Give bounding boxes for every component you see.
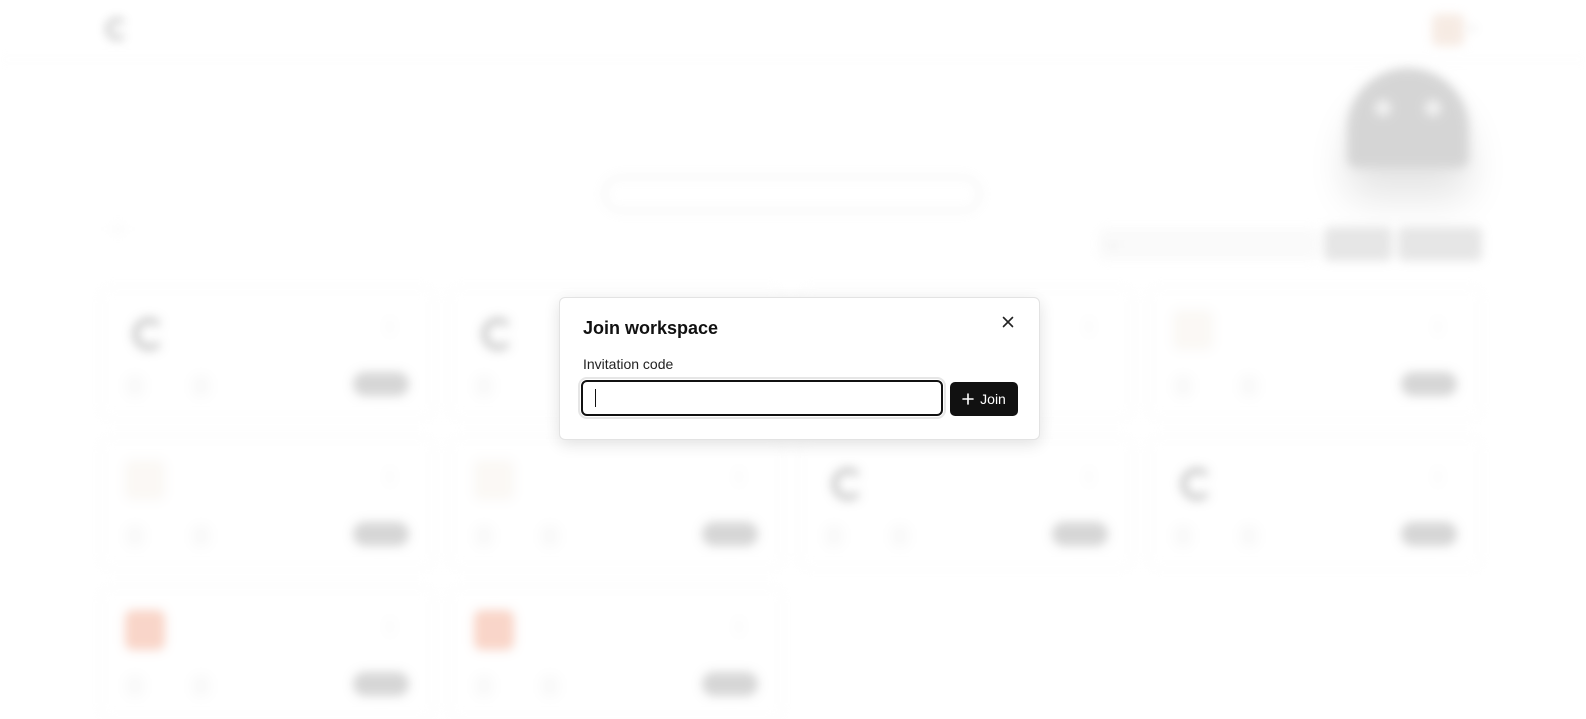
more-icon: ⋮ — [732, 618, 746, 634]
workspace-logo-icon — [1173, 460, 1213, 500]
role-badge — [353, 672, 409, 696]
more-icon: ⋮ — [383, 468, 397, 484]
workspace-logo-icon — [1173, 310, 1213, 350]
announcement-banner — [603, 176, 981, 212]
stat-badge — [892, 526, 908, 546]
invitation-code-input[interactable] — [578, 377, 946, 419]
workspace-logo-icon — [824, 460, 864, 500]
count-badge — [110, 226, 126, 232]
stat-badge — [1175, 526, 1191, 546]
join-workspace-dialog: Join workspace Invitation code Join — [559, 297, 1040, 440]
plus-icon — [962, 393, 974, 405]
workspace-logo-icon — [474, 310, 514, 350]
stat-badge — [193, 376, 209, 396]
search-icon: ⌕ — [1110, 235, 1118, 252]
more-icon: ⋮ — [732, 468, 746, 484]
workspace-logo-icon — [474, 460, 514, 500]
more-icon: ⋮ — [1431, 468, 1445, 484]
workspace-card: ⋮ — [449, 587, 783, 719]
workspace-card: ⋮ — [100, 437, 434, 569]
workspace-card: ⋮ — [449, 437, 783, 569]
search-input: ⌕ — [1098, 228, 1318, 260]
stat-badge — [1175, 376, 1191, 396]
stat-badge — [826, 526, 842, 546]
brand — [106, 18, 128, 40]
workspace-card: ⋮ — [1148, 437, 1482, 569]
role-badge — [1401, 522, 1457, 546]
workspace-logo-icon — [125, 460, 165, 500]
stat-badge — [476, 676, 492, 696]
workspace-card: ⋮ — [1148, 287, 1482, 419]
avatar — [1432, 14, 1464, 46]
role-badge — [353, 522, 409, 546]
role-badge — [353, 372, 409, 396]
more-icon: ⋮ — [383, 318, 397, 334]
stat-badge — [476, 526, 492, 546]
workspace-logo-icon — [474, 610, 514, 650]
workspaces-header — [98, 226, 126, 232]
role-badge — [1052, 522, 1108, 546]
stat-badge — [1241, 526, 1257, 546]
invitation-code-label: Invitation code — [583, 356, 674, 372]
stat-badge — [193, 676, 209, 696]
top-bar: ▾ — [0, 0, 1586, 60]
workspace-logo-icon — [125, 310, 165, 350]
stat-badge — [193, 526, 209, 546]
workspace-card: ⋮ — [100, 287, 434, 419]
more-icon: ⋮ — [1431, 318, 1445, 334]
close-icon — [1002, 316, 1014, 328]
join-button[interactable]: Join — [950, 382, 1018, 416]
role-badge — [702, 672, 758, 696]
brand-logo-icon — [106, 18, 128, 40]
stat-badge — [127, 526, 143, 546]
stat-badge — [1241, 376, 1257, 396]
workspace-card: ⋮ — [799, 437, 1133, 569]
mascot-illustration — [1347, 68, 1469, 168]
role-badge — [702, 522, 758, 546]
stat-badge — [542, 676, 558, 696]
more-icon: ⋮ — [1082, 318, 1096, 334]
more-icon: ⋮ — [1082, 468, 1096, 484]
workspace-card: ⋮ — [100, 587, 434, 719]
text-cursor — [595, 389, 596, 407]
close-button[interactable] — [997, 311, 1019, 333]
workspace-logo-icon — [125, 610, 165, 650]
join-button-bg — [1324, 227, 1392, 261]
stat-badge — [127, 676, 143, 696]
create-button-bg — [1398, 227, 1482, 261]
dialog-title: Join workspace — [583, 318, 719, 338]
stat-badge — [127, 376, 143, 396]
stat-badge — [476, 376, 492, 396]
join-button-label: Join — [980, 391, 1006, 407]
role-badge — [1401, 372, 1457, 396]
chevron-down-icon: ▾ — [1470, 24, 1476, 35]
stat-badge — [542, 526, 558, 546]
more-icon: ⋮ — [383, 618, 397, 634]
